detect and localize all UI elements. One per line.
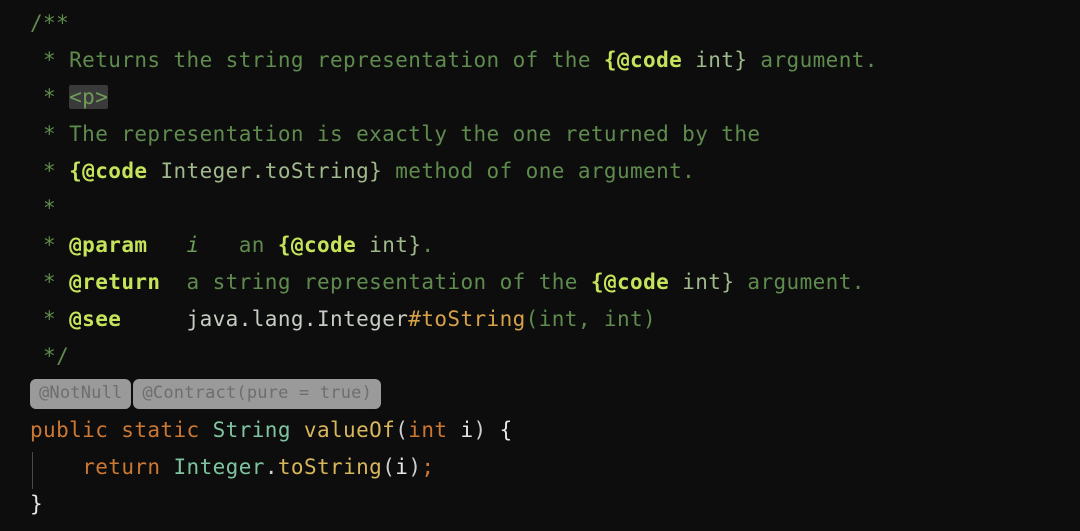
return-keyword: return <box>82 455 161 479</box>
closing-brace: } <box>30 492 44 516</box>
javadoc-code-body: int} <box>669 270 735 294</box>
javadoc-return-text-tail: argument. <box>734 270 865 294</box>
javadoc-param-text: an <box>238 233 278 257</box>
code-line-javadoc-open: /** <box>30 5 1080 42</box>
javadoc-asterisk: * <box>30 48 70 72</box>
javadoc-detail-text: The representation is exactly the one re… <box>69 122 761 146</box>
javadoc-return-spacer <box>160 270 186 294</box>
javadoc-html-paragraph-tag: <p> <box>69 85 109 109</box>
javadoc-summary-text-tail: argument. <box>747 48 878 72</box>
javadoc-see-spacer <box>121 307 186 331</box>
code-line-javadoc-close: */ <box>30 338 1080 375</box>
code-line-javadoc-detail: * The representation is exactly the one … <box>30 116 1080 153</box>
javadoc-see-signature: (int, int) <box>525 307 657 331</box>
javadoc-code-tag: {@code <box>277 233 357 257</box>
javadoc-see-tag: @see <box>69 307 122 331</box>
code-line-javadoc-paragraph: * <p> <box>30 79 1080 116</box>
inlay-hints-row: @NotNull @Contract(pure = true) <box>30 375 1080 412</box>
semicolon: ; <box>421 455 435 479</box>
inlay-hint-notnull[interactable]: @NotNull <box>30 378 132 409</box>
code-line-javadoc-summary: * Returns the string representation of t… <box>30 42 1080 79</box>
called-method-name: toString <box>277 455 383 479</box>
method-name: valueOf <box>303 418 396 442</box>
javadoc-param-name: i <box>186 233 200 257</box>
code-line-javadoc-blank: * <box>30 190 1080 227</box>
receiver-type: Integer <box>173 455 265 479</box>
javadoc-code-tag: {@code <box>603 48 683 72</box>
javadoc-asterisk: * <box>30 307 70 331</box>
brace-open: { <box>486 418 513 442</box>
javadoc-code-body: int} <box>356 233 422 257</box>
javadoc-param-tag: @param <box>69 233 148 257</box>
code-line-closing-brace: } <box>30 486 1080 523</box>
modifier-keywords: public static <box>30 418 200 442</box>
javadoc-see-member[interactable]: #toString <box>408 307 525 331</box>
javadoc-asterisk: * <box>30 196 70 220</box>
paren-close: ) <box>408 455 422 479</box>
argument-name: i <box>395 455 409 479</box>
code-line-javadoc-return: * @return a string representation of the… <box>30 264 1080 301</box>
javadoc-asterisk: * <box>30 122 70 146</box>
javadoc-open-token: /** <box>30 11 70 35</box>
javadoc-asterisk: * <box>30 233 70 257</box>
javadoc-asterisk: * <box>30 159 70 183</box>
javadoc-see-reference[interactable]: java.lang.Integer <box>187 307 409 331</box>
javadoc-asterisk: * <box>30 270 70 294</box>
javadoc-summary-text: Returns the string representation of the <box>69 48 604 72</box>
code-line-return-statement: return Integer.toString(i); <box>30 449 1080 486</box>
javadoc-detail-2-text: method of one argument. <box>382 159 696 183</box>
javadoc-asterisk: * <box>30 85 70 109</box>
dot-operator: . <box>264 455 278 479</box>
javadoc-param-text-tail: . <box>421 233 435 257</box>
javadoc-return-tag: @return <box>69 270 161 294</box>
javadoc-return-text: a string representation of the <box>186 270 591 294</box>
javadoc-code-body: int} <box>682 48 748 72</box>
code-line-method-signature: public static String valueOf(int i) { <box>30 412 1080 449</box>
javadoc-code-body: Integer.toString} <box>147 159 383 183</box>
code-line-javadoc-detail-2: * {@code Integer.toString} method of one… <box>30 153 1080 190</box>
code-editor[interactable]: /** * Returns the string representation … <box>0 0 1080 531</box>
code-content[interactable]: /** * Returns the string representation … <box>30 5 1080 531</box>
return-type: String <box>212 418 291 442</box>
javadoc-param-spacer-2 <box>200 233 239 257</box>
code-line-javadoc-param: * @param i an {@code int}. <box>30 227 1080 264</box>
javadoc-code-tag: {@code <box>69 159 148 183</box>
javadoc-code-tag: {@code <box>590 270 670 294</box>
parameter-type: int <box>408 418 448 442</box>
code-line-javadoc-see: * @see java.lang.Integer#toString(int, i… <box>30 301 1080 338</box>
javadoc-close-token: */ <box>30 344 70 368</box>
javadoc-param-spacer <box>147 233 186 257</box>
inlay-hint-contract[interactable]: @Contract(pure = true) <box>133 378 382 409</box>
paren-open: ( <box>382 455 396 479</box>
parameter-name: i <box>460 418 474 442</box>
paren-close: ) <box>473 418 487 442</box>
paren-open: ( <box>395 418 409 442</box>
